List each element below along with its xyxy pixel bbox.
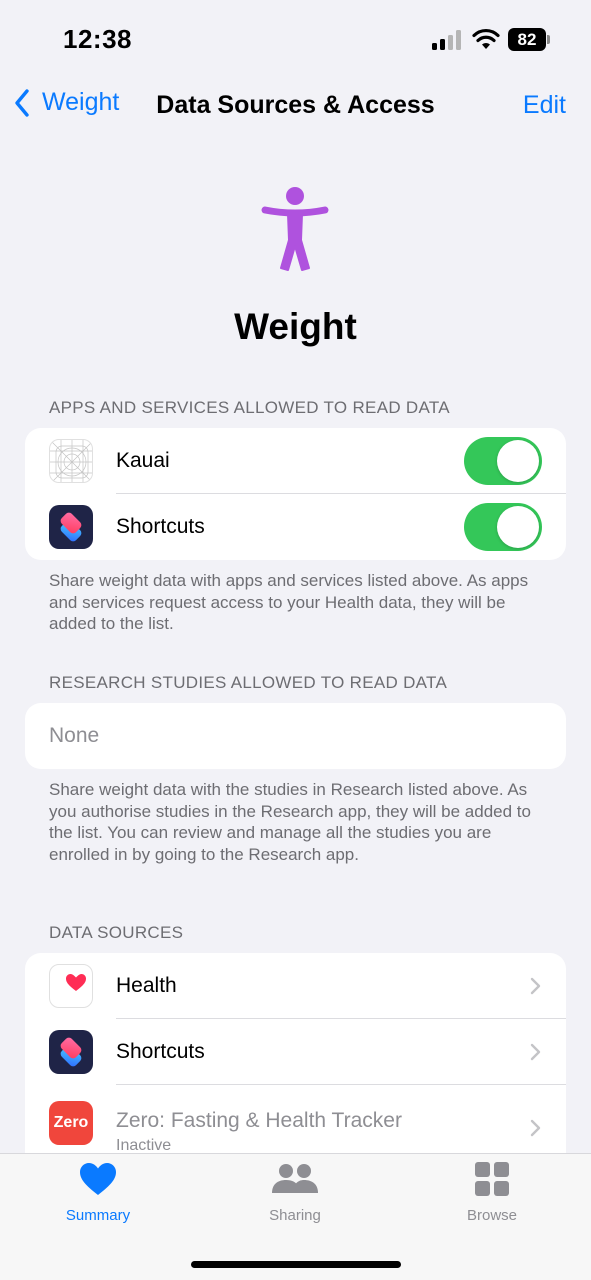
app-row-kauai: Kauai	[25, 428, 566, 494]
health-app-icon	[49, 964, 93, 1008]
app-name: Shortcuts	[116, 515, 205, 538]
research-none-row: None	[25, 703, 566, 769]
shortcuts-app-icon	[49, 1030, 93, 1074]
tab-summary[interactable]: Summary	[38, 1162, 158, 1224]
heart-icon	[80, 1163, 116, 1195]
edit-button[interactable]: Edit	[523, 91, 566, 120]
research-list: None	[25, 703, 566, 769]
chevron-right-icon	[530, 1043, 541, 1061]
source-name: Health	[116, 974, 177, 997]
research-header: RESEARCH STUDIES ALLOWED TO READ DATA	[49, 673, 448, 692]
app-row-shortcuts: Shortcuts	[25, 494, 566, 560]
kauai-access-toggle[interactable]	[464, 437, 542, 485]
app-name: Kauai	[116, 449, 170, 472]
chevron-right-icon	[530, 1119, 541, 1137]
source-name: Shortcuts	[116, 1040, 205, 1063]
zero-app-icon-text: Zero	[53, 1114, 89, 1131]
read-access-list: Kauai Shortcuts	[25, 428, 566, 560]
people-icon	[272, 1164, 318, 1193]
chevron-right-icon	[530, 977, 541, 995]
research-none-label: None	[49, 724, 100, 747]
page-title: Data Sources & Access	[156, 91, 435, 119]
read-access-footer: Share weight data with apps and services…	[49, 571, 529, 633]
source-name: Zero: Fasting & Health Tracker	[116, 1109, 402, 1132]
home-indicator	[191, 1261, 401, 1268]
grid-icon	[475, 1162, 509, 1196]
tab-label: Sharing	[269, 1207, 321, 1224]
read-access-header: APPS AND SERVICES ALLOWED TO READ DATA	[49, 398, 450, 417]
source-row-health[interactable]: Health	[25, 953, 566, 1019]
kauai-app-icon	[49, 439, 93, 483]
tab-browse[interactable]: Browse	[432, 1162, 552, 1224]
status-bar: 12:38 82	[0, 0, 591, 80]
research-footer: Share weight data with the studies in Re…	[49, 780, 531, 864]
metric-title: Weight	[234, 306, 357, 347]
navigation-bar: Weight Data Sources & Access Edit	[0, 80, 591, 130]
data-sources-header: DATA SOURCES	[49, 923, 184, 942]
source-row-shortcuts[interactable]: Shortcuts	[25, 1019, 566, 1085]
cellular-signal-icon	[432, 30, 461, 50]
tab-label: Browse	[466, 1207, 518, 1224]
tab-sharing[interactable]: Sharing	[235, 1162, 355, 1224]
shortcuts-app-icon	[49, 505, 93, 549]
body-figure-icon	[261, 187, 329, 271]
data-sources-list: Health Shortcuts Zero Zero: Fasting & He…	[25, 953, 566, 1173]
tab-label: Summary	[65, 1207, 131, 1224]
wifi-icon	[472, 28, 500, 49]
zero-app-icon: Zero	[49, 1101, 93, 1145]
shortcuts-access-toggle[interactable]	[464, 503, 542, 551]
status-time: 12:38	[63, 24, 132, 54]
battery-icon: 82	[508, 28, 552, 51]
battery-level: 82	[508, 28, 546, 51]
